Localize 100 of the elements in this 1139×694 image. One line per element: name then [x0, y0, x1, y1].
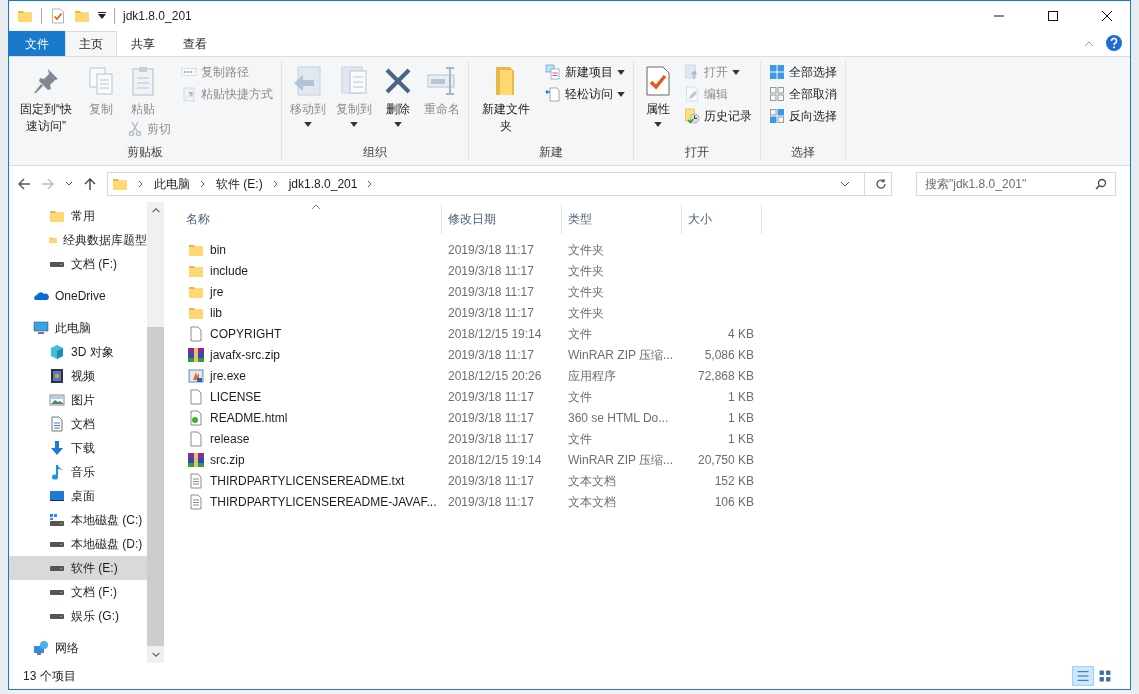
sidebar-item[interactable]: 常用 — [9, 204, 147, 228]
size-cell-text: 20,750 KB — [696, 451, 755, 469]
ribbon-tab[interactable]: 主页 — [65, 31, 117, 56]
chevron-icon[interactable] — [367, 180, 374, 188]
breadcrumb-item[interactable]: jdk1.8.0_201 — [288, 175, 358, 193]
properties-icon — [50, 8, 66, 24]
ribbon-button[interactable]: 固定到“快速访问” — [13, 61, 79, 135]
column-header[interactable]: 类型 — [562, 204, 682, 234]
ribbon-button[interactable]: 全部选择 — [765, 61, 841, 83]
ribbon-tab[interactable]: 共享 — [117, 31, 169, 56]
sidebar-item[interactable]: 此电脑 — [9, 316, 147, 340]
file-row[interactable]: jre 2019/3/18 11:17 文件夹 — [180, 281, 762, 302]
sidebar-item[interactable]: 桌面 — [9, 484, 147, 508]
sidebar-item[interactable]: 下载 — [9, 436, 147, 460]
type-cell-text: 文件 — [567, 325, 593, 343]
chevron-icon[interactable] — [200, 180, 206, 188]
sidebar-item[interactable]: OneDrive — [9, 284, 147, 308]
file-row[interactable]: include 2019/3/18 11:17 文件夹 — [180, 260, 762, 281]
scroll-up-icon[interactable] — [151, 208, 160, 213]
chevron-icon[interactable] — [138, 180, 144, 188]
file-icon — [188, 430, 204, 447]
up-icon[interactable] — [83, 177, 97, 191]
view-button[interactable] — [1072, 666, 1094, 686]
file-row[interactable]: javafx-src.zip 2019/3/18 11:17 WinRAR ZIP 压缩... 5,086 KB — [180, 344, 762, 365]
file-row[interactable]: bin 2019/3/18 11:17 文件夹 — [180, 239, 762, 260]
ribbon-button[interactable]: 新建文件夹 — [473, 61, 539, 135]
cube-icon — [49, 344, 65, 360]
sidebar-item[interactable]: 3D 对象 — [9, 340, 147, 364]
scrollbar[interactable] — [147, 202, 164, 663]
size-cell-text: 1 KB — [727, 409, 755, 427]
sidebar-item[interactable]: 视频 — [9, 364, 147, 388]
file-row[interactable]: src.zip 2018/12/15 19:14 WinRAR ZIP 压缩... 20,750 KB — [180, 449, 762, 470]
download-icon — [49, 440, 65, 456]
sidebar-item[interactable]: 软件 (E:) — [9, 556, 147, 580]
file-row[interactable]: release 2019/3/18 11:17 文件 1 KB — [180, 428, 762, 449]
sidebar-item[interactable]: 音乐 — [9, 460, 147, 484]
sidebar-item[interactable]: 本地磁盘 (D:) — [9, 532, 147, 556]
file-row[interactable]: LICENSE 2019/3/18 11:17 文件 1 KB — [180, 386, 762, 407]
ribbon-button[interactable]: 删除 — [378, 61, 418, 127]
file-row[interactable]: jre.exe 2018/12/15 20:26 应用程序 72,868 KB — [180, 365, 762, 386]
file-row[interactable]: README.html 2019/3/18 11:17 360 se HTML Do... 1 KB — [180, 407, 762, 428]
date-cell-text: 2019/3/18 11:17 — [447, 472, 535, 490]
type-cell-text: 文件夹 — [567, 304, 605, 322]
chevron-icon[interactable] — [272, 180, 279, 188]
date-cell-text: 2019/3/18 11:17 — [447, 493, 535, 511]
ribbon-button[interactable]: 轻松访问 — [541, 83, 629, 105]
caret-icon[interactable] — [98, 12, 106, 20]
breadcrumb-item[interactable]: 此电脑 — [154, 175, 190, 193]
help-icon[interactable] — [1106, 35, 1122, 51]
breadcrumb-item[interactable]: 软件 (E:) — [216, 175, 263, 193]
scroll-down-icon[interactable] — [151, 652, 160, 657]
archive-icon — [188, 346, 204, 363]
ribbon-button[interactable]: 历史记录 — [680, 105, 756, 127]
search-field[interactable]: 搜索"jdk1.8.0_201" — [916, 172, 1116, 196]
minimize-icon — [994, 15, 1004, 17]
column-header[interactable]: 名称 — [180, 204, 442, 234]
recent-locations-icon[interactable] — [65, 180, 73, 188]
new-item-icon — [545, 64, 561, 80]
address-field[interactable]: 此电脑 软件 (E:) jdk1.8.0_201 — [107, 172, 892, 196]
type-cell-text: 文件夹 — [567, 283, 605, 301]
ribbon-tab[interactable]: 查看 — [169, 31, 221, 56]
sidebar-item[interactable]: 文档 (F:) — [9, 580, 147, 604]
ribbon-button[interactable]: 反向选择 — [765, 105, 841, 127]
text-file-icon — [188, 493, 204, 510]
sidebar-item[interactable]: 文档 (F:) — [9, 252, 147, 276]
back-icon[interactable] — [17, 177, 31, 191]
collapse-ribbon-icon[interactable] — [1084, 41, 1094, 47]
date-cell-text: 2019/3/18 11:17 — [447, 283, 535, 301]
sidebar-item[interactable]: 经典数据库题型 — [9, 228, 147, 252]
dropdown-icon[interactable] — [840, 180, 850, 188]
sidebar-item[interactable]: 娱乐 (G:) — [9, 604, 147, 628]
search-input[interactable]: 搜索"jdk1.8.0_201" — [925, 175, 1095, 193]
column-header[interactable]: 大小 — [682, 204, 762, 234]
refresh-icon[interactable] — [875, 178, 887, 190]
ribbon-button[interactable]: 属性 — [638, 61, 678, 127]
ribbon-button[interactable]: 全部取消 — [765, 83, 841, 105]
file-row[interactable]: THIRDPARTYLICENSEREADME.txt 2019/3/18 11:17 文本文档 152 KB — [180, 470, 762, 491]
file-name: THIRDPARTYLICENSEREADME.txt — [210, 472, 405, 490]
type-cell-text: WinRAR ZIP 压缩... — [567, 451, 675, 469]
column-header[interactable]: 修改日期 — [442, 204, 562, 234]
film-icon — [49, 368, 65, 384]
file-row[interactable]: lib 2019/3/18 11:17 文件夹 — [180, 302, 762, 323]
copy-to-icon — [338, 65, 370, 97]
sidebar-item[interactable]: 文档 — [9, 412, 147, 436]
file-name: jre.exe — [210, 367, 247, 385]
drive-icon — [50, 261, 64, 267]
type-cell-text: 文件 — [567, 388, 593, 406]
drive-icon — [50, 541, 64, 547]
file-row[interactable]: THIRDPARTYLICENSEREADME-JAVAF... 2019/3/18 11:17 文本文档 106 KB — [180, 491, 762, 512]
ribbon-button[interactable]: 新建项目 — [541, 61, 629, 83]
sidebar-item[interactable]: 网络 — [9, 636, 147, 660]
move-icon — [292, 65, 324, 97]
ribbon-tab[interactable]: 文件 — [9, 31, 65, 56]
picture-icon — [49, 392, 65, 408]
tiles-view-icon — [1099, 670, 1111, 682]
file-row[interactable]: COPYRIGHT 2018/12/15 19:14 文件 4 KB — [180, 323, 762, 344]
sidebar-item[interactable]: 图片 — [9, 388, 147, 412]
type-cell-text: WinRAR ZIP 压缩... — [567, 346, 675, 364]
date-cell-text: 2018/12/15 19:14 — [447, 325, 543, 343]
sidebar-item[interactable]: 本地磁盘 (C:) — [9, 508, 147, 532]
